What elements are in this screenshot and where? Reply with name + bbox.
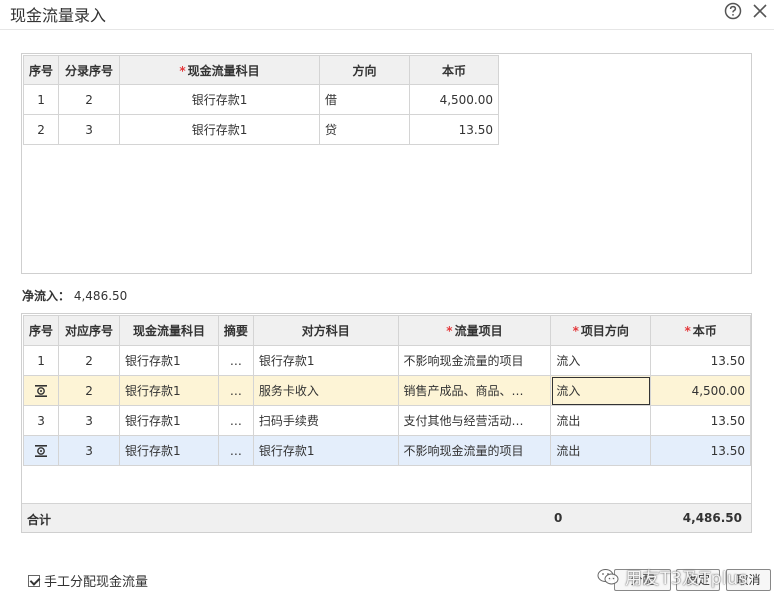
cell-item-direction[interactable]: 流出 [550, 405, 652, 436]
cell-seq: 1 [22, 345, 60, 376]
cell-summary[interactable]: … [217, 435, 254, 466]
col-header-counter-account[interactable]: 对方科目 [252, 315, 399, 346]
col-header-cash-account[interactable]: 现金流量科目 [119, 315, 219, 346]
total-label: 合计 [27, 513, 52, 527]
watermark: 用友T3及Tplus [597, 564, 748, 589]
required-mark: * [572, 324, 579, 338]
cell-amount[interactable]: 4,500.00 [650, 375, 751, 406]
required-mark: * [684, 324, 691, 338]
cell-entry-seq: 3 [58, 114, 121, 145]
cell-flow-item[interactable]: 不影响现金流量的项目 [397, 345, 552, 376]
cell-corr-seq: 3 [58, 405, 120, 436]
cell-direction: 贷 [319, 114, 411, 145]
col-header-cash-account[interactable]: * 现金流量科目 [119, 55, 321, 85]
net-inflow-label: 净流入： [22, 289, 71, 303]
cell-counter-account: 银行存款1 [252, 345, 399, 376]
row-edit-icon[interactable] [34, 384, 48, 398]
cell-account: 银行存款1 [119, 114, 321, 145]
cell-corr-seq: 2 [58, 375, 120, 406]
cell-direction: 借 [319, 84, 411, 115]
table-row[interactable]: 2 银行存款1 … 服务卡收入 销售产成品、商品、… 流入 4,500.00 [22, 375, 751, 406]
cell-account: 银行存款1 [119, 375, 219, 406]
table-row[interactable]: 1 2 银行存款1 借 4,500.00 [22, 84, 500, 115]
cell-seq[interactable] [22, 435, 60, 466]
cell-summary[interactable]: … [217, 375, 254, 406]
col-header-amount[interactable]: 本币 [409, 55, 500, 85]
table-row[interactable]: 3 银行存款1 … 银行存款1 不影响现金流量的项目 流出 13.50 [22, 435, 751, 466]
close-icon[interactable] [751, 2, 769, 20]
cell-counter-account: 服务卡收入 [252, 375, 399, 406]
titlebar-divider [0, 29, 774, 30]
cell-account: 银行存款1 [119, 405, 219, 436]
cell-seq: 1 [22, 84, 60, 115]
net-inflow: 净流入： 4,486.50 [22, 287, 127, 304]
cell-corr-seq: 2 [58, 345, 120, 376]
table-header-row: 序号 对应序号 现金流量科目 摘要 对方科目 * 流量项目 * 项目方向 * 本币 [22, 315, 751, 346]
col-header-amount[interactable]: * 本币 [650, 315, 751, 346]
required-mark: * [179, 63, 186, 78]
required-mark: * [446, 324, 453, 338]
cash-flow-panel: 序号 对应序号 现金流量科目 摘要 对方科目 * 流量项目 * 项目方向 * 本币 1… [21, 313, 752, 533]
cell-amount: 4,500.00 [409, 84, 500, 115]
cell-account: 银行存款1 [119, 345, 219, 376]
cell-amount[interactable]: 13.50 [650, 405, 751, 436]
cell-summary[interactable]: … [217, 405, 254, 436]
table-row[interactable]: 1 2 银行存款1 … 银行存款1 不影响现金流量的项目 流入 13.50 [22, 345, 751, 376]
net-inflow-value: 4,486.50 [73, 289, 128, 303]
table-header-row: 序号 分录序号 * 现金流量科目 方向 本币 [22, 55, 500, 85]
cell-amount[interactable]: 13.50 [650, 345, 751, 376]
checkbox-checked-icon[interactable] [28, 574, 40, 587]
cell-seq[interactable] [22, 375, 60, 406]
cell-amount[interactable]: 13.50 [650, 435, 751, 466]
total-row: 合计 0 4,486.50 [22, 503, 751, 532]
cell-corr-seq: 3 [58, 435, 120, 466]
cell-item-direction[interactable]: 流出 [550, 435, 652, 466]
manual-assign-checkbox[interactable]: 手工分配现金流量 [28, 571, 148, 590]
col-header-corr-seq[interactable]: 对应序号 [58, 315, 120, 346]
manual-assign-label: 手工分配现金流量 [44, 575, 149, 590]
cell-flow-item[interactable]: 销售产成品、商品、… [397, 375, 552, 406]
help-icon[interactable] [724, 2, 742, 20]
col-header-direction[interactable]: 方向 [319, 55, 411, 85]
cell-account: 银行存款1 [119, 84, 321, 115]
col-header-item-direction[interactable]: * 项目方向 [550, 315, 652, 346]
wechat-icon [597, 568, 619, 584]
dialog-title: 现金流量录入 [10, 6, 107, 25]
col-header-seq[interactable]: 序号 [22, 315, 60, 346]
cell-item-direction[interactable]: 流入 [550, 375, 652, 406]
col-header-entry-seq[interactable]: 分录序号 [58, 55, 121, 85]
cell-counter-account: 扫码手续费 [252, 405, 399, 436]
col-header-seq[interactable]: 序号 [22, 55, 60, 85]
col-header-flow-item[interactable]: * 流量项目 [397, 315, 552, 346]
source-entries-panel: 序号 分录序号 * 现金流量科目 方向 本币 1 2 银行存款1 借 4,500.… [21, 53, 752, 274]
cell-counter-account: 银行存款1 [252, 435, 399, 466]
watermark-text: 用友T3及Tplus [625, 569, 748, 589]
col-header-summary[interactable]: 摘要 [217, 315, 254, 346]
cell-entry-seq: 2 [58, 84, 121, 115]
cell-seq: 3 [22, 405, 60, 436]
cell-flow-item[interactable]: 不影响现金流量的项目 [397, 435, 552, 466]
cash-flow-table: 序号 对应序号 现金流量科目 摘要 对方科目 * 流量项目 * 项目方向 * 本币 1… [22, 315, 751, 466]
total-item-direction: 0 [554, 511, 563, 525]
cell-account: 银行存款1 [119, 435, 219, 466]
cell-summary[interactable]: … [217, 345, 254, 376]
total-amount: 4,486.50 [682, 511, 742, 525]
cell-seq: 2 [22, 114, 60, 145]
table-row[interactable]: 3 3 银行存款1 … 扫码手续费 支付其他与经营活动… 流出 13.50 [22, 405, 751, 436]
cell-item-direction[interactable]: 流入 [550, 345, 652, 376]
row-edit-icon[interactable] [34, 444, 48, 458]
table-row[interactable]: 2 3 银行存款1 贷 13.50 [22, 114, 500, 145]
cell-amount: 13.50 [409, 114, 500, 145]
dialog-footer: 手工分配现金流量 分配 确定 取消 用友T3及Tplus [0, 560, 774, 603]
source-entries-table: 序号 分录序号 * 现金流量科目 方向 本币 1 2 银行存款1 借 4,500.… [22, 55, 500, 145]
dialog-titlebar: 现金流量录入 [0, 0, 774, 30]
cell-flow-item[interactable]: 支付其他与经营活动… [397, 405, 552, 436]
